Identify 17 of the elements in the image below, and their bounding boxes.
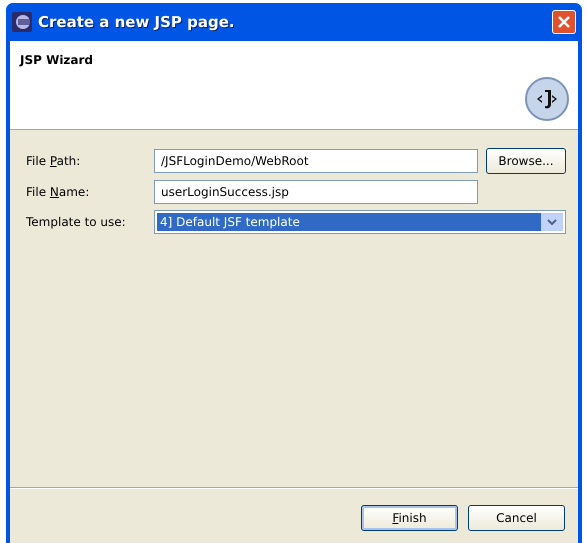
text-field[interactable]: /JSFLoginDemo/WebRoot xyxy=(154,149,478,173)
dialog-button[interactable]: Cancel xyxy=(468,505,565,531)
dropdown-value: 4] Default JSF template xyxy=(157,213,541,231)
field-label: File Path: xyxy=(26,154,82,168)
dialog-button[interactable]: Finish xyxy=(361,505,458,531)
chevron-down-icon xyxy=(547,218,557,226)
close-icon xyxy=(557,15,571,29)
jsp-logo-icon xyxy=(524,76,570,122)
template-dropdown[interactable]: 4] Default JSF template xyxy=(154,210,566,234)
close-button[interactable] xyxy=(552,10,576,34)
window-title: Create a new JSP page. xyxy=(38,13,236,31)
text-field[interactable]: userLoginSuccess.jsp xyxy=(154,180,478,204)
field-label: File Name: xyxy=(26,185,90,199)
field-label: Template to use: xyxy=(26,215,127,229)
app-icon xyxy=(12,12,32,32)
wizard-title: JSP Wizard xyxy=(20,53,94,67)
browse-button[interactable]: Browse... xyxy=(486,148,566,174)
